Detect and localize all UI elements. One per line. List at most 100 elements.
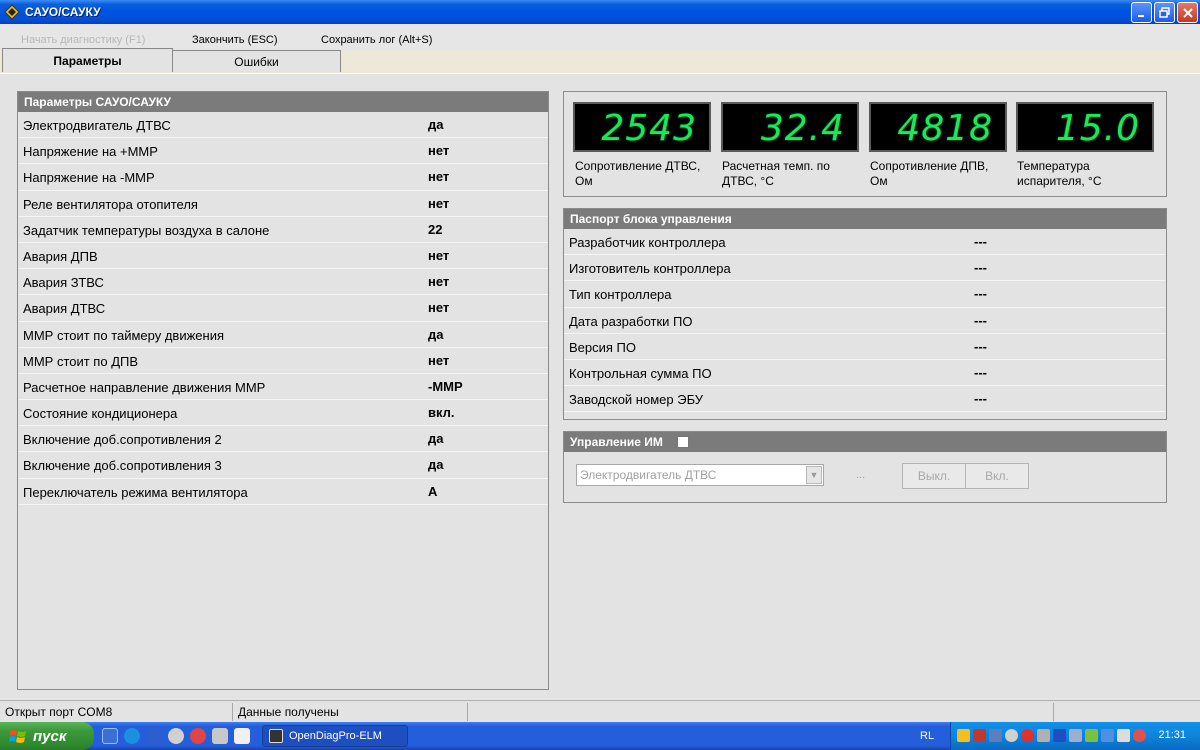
passport-row: Версия ПО --- [564,334,1166,360]
network-icon[interactable] [989,729,1002,742]
tray-icon[interactable] [1021,729,1034,742]
tray-icon[interactable] [1133,729,1146,742]
passport-name: Разработчик контроллера [569,235,726,250]
tab-errors[interactable]: Ошибки [172,50,341,72]
restore-button[interactable] [1154,2,1175,23]
param-row: Реле вентилятора отопителя нет [18,191,548,217]
taskbar: пуск OpenDiagPro-ELM RL 21:31 [0,722,1200,750]
menu-bar: Начать диагностику (F1) Закончить (ESC) … [0,24,1200,50]
tab-content: Параметры САУО/САУКУ Электродвигатель ДТ… [0,73,1200,699]
tray-icon[interactable] [1069,729,1082,742]
param-row: Напряжение на +ММР нет [18,138,548,165]
passport-value: --- [974,364,987,380]
display-label-line: Сопротивление ДТВС, [575,159,701,173]
display-label: Расчетная темп. по ДТВС, °С [722,159,862,189]
param-row: ММР стоит по таймеру движения да [18,322,548,348]
internet-explorer-icon[interactable] [124,728,140,744]
param-row: Расчетное направление движения ММР -ММР [18,374,548,401]
quicklaunch-icon[interactable] [212,728,228,744]
parameters-header: Параметры САУО/САУКУ [18,92,548,112]
off-button[interactable]: Выкл. [902,463,966,489]
passport-value: --- [974,391,987,407]
param-value: вкл. [428,405,455,421]
passport-name: Заводской номер ЭБУ [569,392,704,408]
passport-row: Тип контроллера --- [564,281,1166,308]
menu-finish[interactable]: Закончить (ESC) [192,34,278,46]
volume-icon[interactable] [1117,729,1130,742]
tray-icon[interactable] [1037,729,1050,742]
param-name: ММР стоит по таймеру движения [23,327,225,343]
tab-parameters[interactable]: Параметры [2,48,173,72]
chevron-down-icon[interactable]: ▼ [806,466,822,484]
param-name: Напряжение на +ММР [23,144,158,160]
param-name: Задатчик температуры воздуха в салоне [23,222,270,238]
language-indicator[interactable]: RL [920,730,934,742]
status-empty [1054,703,1200,721]
on-button[interactable]: Вкл. [965,463,1029,489]
display-label: Температура испарителя, °С [1017,159,1157,189]
param-value: A [428,483,438,499]
param-value: да [428,326,444,342]
passport-panel: Паспорт блока управления Разработчик кон… [563,208,1167,420]
window-title: САУО/САУКУ [25,5,101,19]
tray-icon[interactable] [973,729,986,742]
menu-start-diagnostics[interactable]: Начать диагностику (F1) [21,34,145,46]
display-label-line: ДТВС, °С [722,174,774,188]
system-tray: 21:31 [950,722,1200,750]
tray-icon[interactable] [1101,729,1114,742]
parameters-panel: Параметры САУО/САУКУ Электродвигатель ДТ… [17,91,549,690]
param-value: нет [428,352,450,368]
param-row: Электродвигатель ДТВС да [18,112,548,139]
passport-row: Разработчик контроллера --- [564,229,1166,256]
param-name: Состояние кондиционера [23,406,178,422]
passport-name: Версия ПО [569,339,636,355]
param-value: 22 [428,221,443,237]
param-row: Напряжение на -ММР нет [18,164,548,191]
param-value: нет [428,247,450,263]
media-player-icon[interactable] [168,728,184,744]
passport-value: --- [974,260,987,276]
show-desktop-icon[interactable] [102,728,118,744]
minimize-icon [1137,14,1144,17]
start-button[interactable]: пуск [0,722,94,750]
param-row: ММР стоит по ДПВ нет [18,348,548,374]
passport-name: Контрольная сумма ПО [569,365,712,381]
param-row: Авария ДТВС нет [18,295,548,322]
bluetooth-icon[interactable] [1053,729,1066,742]
tray-icon[interactable] [1005,729,1018,742]
parameters-list: Электродвигатель ДТВС да Напряжение на +М… [18,112,548,505]
shield-icon[interactable] [957,729,970,742]
app-icon [269,729,283,743]
quicklaunch-icon[interactable] [190,728,206,744]
clock[interactable]: 21:31 [1158,729,1186,741]
param-value: нет [428,300,450,316]
close-button[interactable] [1177,2,1198,23]
close-icon [1182,7,1193,18]
app-icon [4,4,20,20]
title-bar[interactable]: САУО/САУКУ [0,0,1200,24]
param-row: Авария ЗТВС нет [18,269,548,296]
taskbar-app-label: OpenDiagPro-ELM [289,730,382,742]
minimize-button[interactable] [1131,2,1152,23]
passport-value: --- [974,234,987,249]
param-row: Задатчик температуры воздуха в салоне 22 [18,217,548,243]
control-enable-checkbox[interactable] [676,436,689,448]
taskbar-app-button[interactable]: OpenDiagPro-ELM [262,725,408,747]
quicklaunch-icon[interactable] [146,728,162,744]
quicklaunch-icon[interactable] [234,728,250,744]
actuator-select[interactable]: Электродвигатель ДТВС ▼ [576,464,824,486]
display-label: Сопротивление ДТВС, Ом [575,159,715,189]
wifi-icon[interactable] [1085,729,1098,742]
digital-displays-panel: 2543 Сопротивление ДТВС, Ом 32.4 Расчетна… [563,91,1167,197]
param-row: Включение доб.сопротивления 3 да [18,452,548,479]
passport-header: Паспорт блока управления [564,209,1166,229]
passport-name: Изготовитель контроллера [569,261,731,277]
display-dtvs-resistance: 2543 [573,102,711,152]
param-value: да [428,457,444,473]
control-header-label: Управление ИМ [570,435,663,449]
param-row: Авария ДПВ нет [18,243,548,270]
menu-save-log[interactable]: Сохранить лог (Alt+S) [321,34,432,46]
display-dpv-resistance: 4818 [869,102,1007,152]
param-row: Состояние кондиционера вкл. [18,400,548,427]
windows-logo-icon [9,730,26,743]
